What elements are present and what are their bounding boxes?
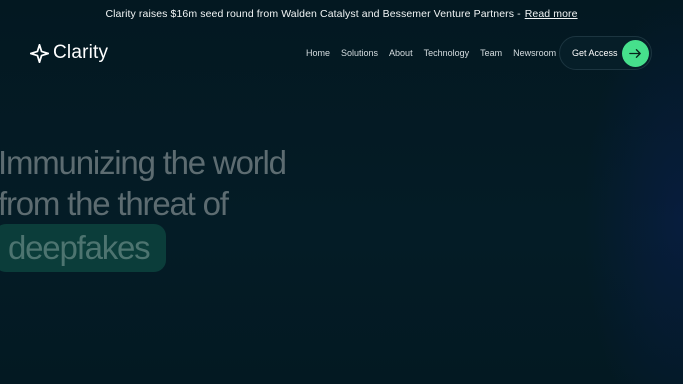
nav-item-technology[interactable]: Technology	[424, 48, 470, 58]
hero-line-2: from the threat of	[0, 185, 229, 222]
nav-menu: Home Solutions About Technology Team New…	[306, 48, 556, 58]
page-background: Clarity raises $16m seed round from Wald…	[0, 0, 683, 384]
announcement-text: Clarity raises $16m seed round from Wald…	[105, 8, 521, 20]
get-access-button[interactable]: Get Access	[559, 36, 652, 70]
sparkle-logo-icon	[30, 43, 49, 63]
hero-highlight-word: deepfakes	[8, 229, 151, 266]
nav-item-newsroom[interactable]: Newsroom	[513, 48, 556, 58]
announcement-bar: Clarity raises $16m seed round from Wald…	[0, 0, 683, 28]
nav-item-team[interactable]: Team	[480, 48, 502, 58]
get-access-label: Get Access	[572, 48, 618, 58]
nav-item-about[interactable]: About	[389, 48, 413, 58]
read-more-link[interactable]: Read more	[525, 8, 578, 20]
hero-line-1: Immunizing the world	[0, 144, 287, 181]
cta-arrow-circle	[622, 40, 649, 67]
hero-highlight-pill: deepfakes	[0, 224, 166, 272]
hero-heading: Immunizing the world from the threat of	[0, 142, 287, 224]
top-navigation: Clarity Home Solutions About Technology …	[0, 36, 683, 72]
nav-item-home[interactable]: Home	[306, 48, 330, 58]
brand-name: Clarity	[53, 42, 109, 63]
arrow-right-icon	[629, 49, 641, 58]
nav-item-solutions[interactable]: Solutions	[341, 48, 378, 58]
brand-logo[interactable]: Clarity	[30, 42, 108, 64]
